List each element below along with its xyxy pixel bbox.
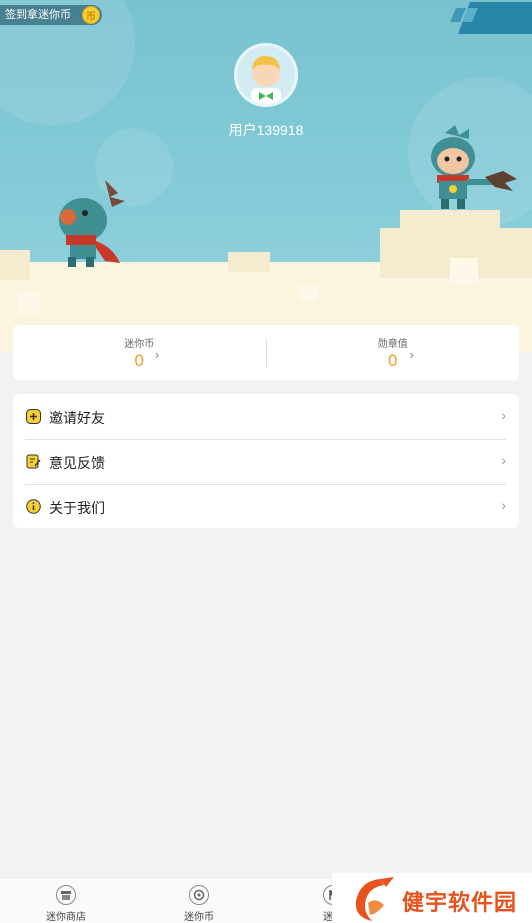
coin-tab-icon — [189, 885, 209, 905]
scene-block — [300, 285, 318, 301]
tab-label: 迷你币 — [184, 912, 214, 923]
menu-list: 邀请好友 › 意见反馈 › 关于我们 › — [13, 394, 519, 528]
menu-item-label: 关于我们 — [49, 500, 105, 516]
menu-item-label: 意见反馈 — [49, 455, 105, 471]
stat-mini-coins[interactable]: 迷你币 0 › — [13, 325, 266, 380]
edit-icon — [26, 454, 41, 469]
stat-value: 0 — [134, 351, 144, 370]
scene-block — [400, 210, 500, 232]
coin-icon: 币 — [82, 6, 100, 24]
chevron-right-icon: › — [409, 347, 414, 362]
tab-mini-shop[interactable]: 迷你商店 — [26, 878, 106, 923]
menu-item-label: 邀请好友 — [49, 410, 105, 426]
stat-label: 迷你币 — [124, 339, 155, 350]
stats-card: 迷你币 0 › 勋章值 0 › — [13, 325, 519, 380]
tab-mini-coins[interactable]: 迷你币 — [159, 878, 239, 923]
menu-item-invite-friends[interactable]: 邀请好友 › — [13, 394, 519, 439]
signin-reward-button[interactable]: 签到拿迷你币 币 — [0, 5, 102, 25]
chevron-right-icon: › — [155, 347, 160, 362]
stat-medal-value[interactable]: 勋章值 0 › — [267, 325, 520, 380]
username: 用户139918 — [228, 122, 304, 138]
tab-label: 迷你商店 — [46, 912, 86, 923]
menu-item-about-us[interactable]: 关于我们 › — [13, 484, 519, 529]
plus-icon — [26, 409, 41, 424]
watermark-logo — [355, 877, 394, 921]
info-icon — [26, 499, 41, 514]
watermark-text: 健宇软件园 — [402, 890, 518, 915]
corner-decoration — [450, 2, 532, 34]
dino-character-left — [59, 180, 125, 267]
avatar-illustration — [251, 56, 281, 104]
scene-block — [450, 258, 478, 284]
chevron-right-icon: › — [501, 407, 506, 423]
scene-block — [18, 292, 40, 314]
scene-block — [228, 252, 270, 272]
menu-item-feedback[interactable]: 意见反馈 › — [13, 439, 519, 484]
stat-value: 0 — [388, 351, 398, 370]
shop-icon — [56, 885, 76, 905]
stat-label: 勋章值 — [377, 339, 408, 350]
signin-label: 签到拿迷你币 — [5, 9, 71, 21]
watermark: 健宇软件园 — [332, 873, 532, 923]
chevron-right-icon: › — [501, 497, 506, 513]
avatar[interactable] — [234, 43, 298, 107]
scene-block — [0, 250, 30, 280]
chevron-right-icon: › — [501, 452, 506, 468]
